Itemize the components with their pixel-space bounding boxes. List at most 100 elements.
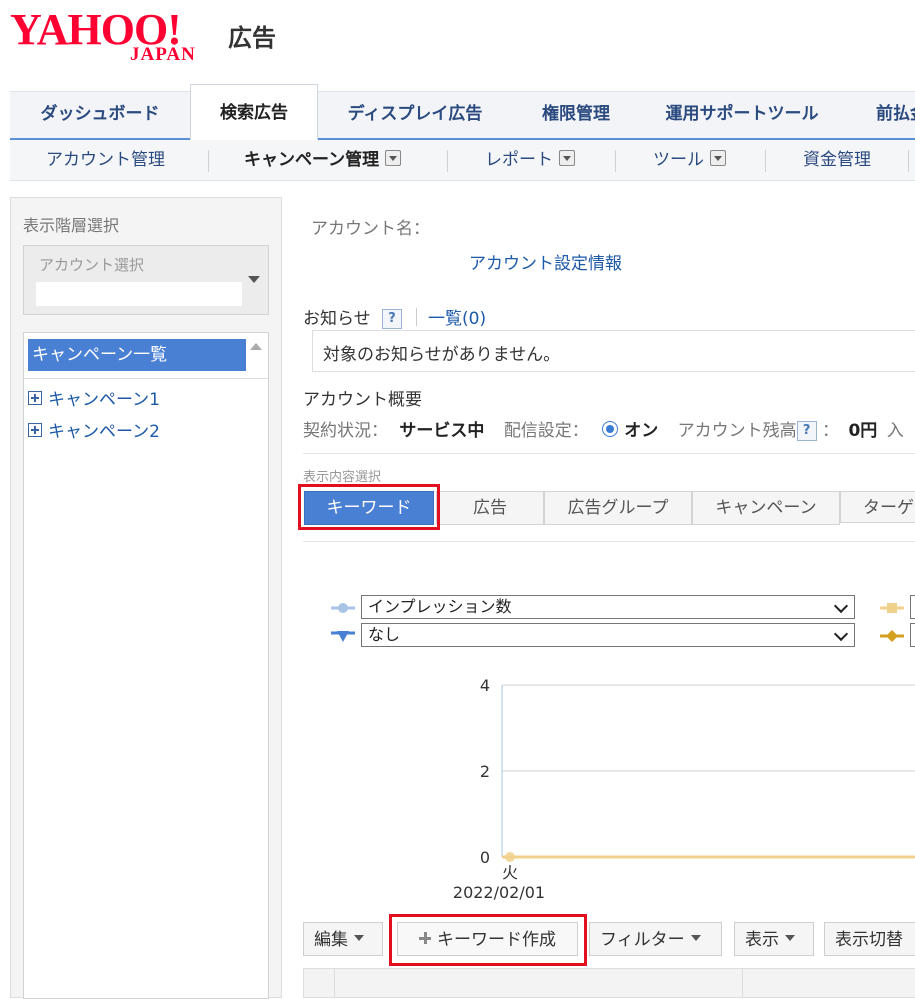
edit-label: 編集: [314, 930, 348, 950]
tab-ad-groups[interactable]: 広告グループ: [544, 491, 692, 525]
metric3-select[interactable]: [910, 595, 915, 619]
legend-triangle-line-icon: [331, 631, 355, 642]
caret-down-icon: [690, 935, 701, 941]
campaign-label[interactable]: キャンペーン1: [48, 390, 160, 410]
data-point: [505, 852, 515, 862]
help-icon[interactable]: ?: [382, 309, 403, 329]
hierarchy-title: 表示階層選択: [23, 216, 120, 235]
highlight-keyword-tab: [298, 484, 440, 530]
highlight-create-keyword: [389, 914, 587, 966]
account-name-label: アカウント名：: [311, 219, 430, 239]
account-overview-title: アカウント概要: [303, 390, 422, 410]
account-settings-link[interactable]: アカウント設定情報: [469, 249, 622, 274]
divider: [303, 453, 915, 454]
scroll-up-icon[interactable]: [250, 343, 262, 350]
x-tick-day-label: 火: [502, 863, 518, 882]
tab-ads[interactable]: 広告: [436, 491, 544, 525]
legend-square-line-icon: [880, 603, 904, 613]
notice-title: お知らせ: [303, 309, 371, 329]
tab-campaigns[interactable]: キャンペーン: [692, 491, 840, 525]
column-divider: [334, 969, 335, 997]
chevron-down-icon[interactable]: [248, 276, 260, 283]
y-tick-label: 0: [480, 848, 490, 867]
notice-divider: [416, 308, 417, 326]
campaign-item[interactable]: キャンペーン2: [28, 417, 160, 442]
performance-chart: 4 2 0火2022/02/01: [453, 676, 915, 902]
help-icon[interactable]: ?: [796, 421, 817, 441]
subnav-report[interactable]: レポート: [485, 140, 575, 180]
subnav-account-management[interactable]: アカウント管理: [46, 140, 165, 180]
tab-dashboard[interactable]: ダッシュボード: [10, 92, 190, 138]
subnav-divider: [908, 150, 909, 172]
subnav-divider: [447, 150, 448, 172]
campaign-item[interactable]: キャンペーン1: [28, 385, 160, 410]
delivery-radio-on[interactable]: [602, 421, 619, 437]
display-content-label: 表示内容選択: [303, 470, 382, 485]
expand-icon[interactable]: [28, 391, 42, 405]
notice-box: 対象のお知らせがありません。: [312, 330, 915, 372]
subnav-funds[interactable]: 資金管理: [803, 140, 871, 180]
x-tick-date-label: 2022/02/01: [453, 883, 545, 902]
metric2-value: なし: [368, 625, 401, 644]
account-select-value[interactable]: [36, 282, 242, 306]
subnav-tools[interactable]: ツール: [653, 140, 726, 180]
y-tick-label: 4: [480, 676, 490, 695]
tab-search-ads[interactable]: 検索広告: [190, 84, 318, 142]
subnav-campaign-label: キャンペーン管理: [244, 150, 380, 170]
tab-display-ads[interactable]: ディスプレイ広告: [322, 92, 508, 138]
campaign-tree: キャンペーン一覧 キャンペーン1 キャンペーン2: [23, 332, 269, 999]
balance-value: 0円: [848, 421, 878, 441]
dropdown-icon[interactable]: [385, 150, 402, 166]
metric1-value: インプレッション数: [368, 597, 512, 616]
notice-list-link[interactable]: 一覧(0): [428, 304, 486, 329]
tab-support-tools[interactable]: 運用サポートツール: [644, 92, 840, 138]
metric2-select[interactable]: なし: [361, 623, 855, 647]
balance-label: アカウント残高: [677, 421, 797, 441]
yahoo-ads-logo[interactable]: YAHOO! JAPAN 広告: [10, 8, 290, 66]
subnav-tools-label: ツール: [653, 150, 704, 170]
balance-separator: ：: [822, 421, 840, 441]
dropdown-icon[interactable]: [710, 150, 726, 166]
delivery-setting-value: オン: [624, 421, 659, 441]
chevron-down-icon: [833, 598, 849, 614]
notice-header: お知らせ ?: [303, 304, 403, 329]
notice-message: 対象のお知らせがありません。: [323, 345, 561, 365]
main-tabs: ダッシュボード 検索広告 ディスプレイ広告 権限管理 運用サポートツール 前払金: [10, 84, 915, 142]
subnav-divider: [615, 150, 616, 172]
subnav-report-label: レポート: [485, 150, 553, 170]
tab-permissions[interactable]: 権限管理: [508, 92, 644, 138]
display-toggle-button[interactable]: 表示切替: [824, 922, 915, 956]
expand-icon[interactable]: [28, 423, 42, 437]
tab-prepayment[interactable]: 前払金: [840, 92, 915, 138]
y-tick-label: 2: [480, 762, 490, 781]
account-overview-row: 契約状況： サービス中 配信設定： オン アカウント残高? ： 0円 入: [303, 416, 904, 441]
subnav-campaign-management[interactable]: キャンペーン管理: [244, 140, 402, 180]
legend-circle-line-icon: [331, 603, 355, 613]
hierarchy-panel: 表示階層選択 アカウント選択 キャンペーン一覧 キャンペーン1 キャンペーン2: [10, 197, 282, 999]
filter-label: フィルター: [600, 930, 685, 950]
metric4-select[interactable]: [910, 623, 915, 647]
account-select-label: アカウント選択: [39, 256, 145, 274]
display-label: 表示: [745, 930, 779, 950]
filter-button[interactable]: フィルター: [589, 922, 722, 956]
sub-nav: アカウント管理 キャンペーン管理 レポート ツール 資金管理: [10, 140, 915, 181]
caret-down-icon: [785, 935, 795, 941]
edit-button[interactable]: 編集: [303, 922, 383, 956]
logo-japan-text: JAPAN: [130, 44, 196, 65]
column-divider: [742, 969, 743, 997]
display-button[interactable]: 表示: [734, 922, 814, 956]
divider: [303, 541, 915, 542]
contract-status-label: 契約状況：: [303, 421, 388, 441]
dropdown-icon[interactable]: [559, 150, 575, 166]
balance-tail: 入: [886, 421, 904, 441]
keyword-table-header: [303, 968, 915, 998]
subnav-divider: [208, 150, 209, 172]
caret-down-icon: [354, 935, 364, 941]
campaign-list-header[interactable]: キャンペーン一覧: [28, 339, 246, 371]
legend-diamond-line-icon: [880, 630, 904, 642]
campaign-label[interactable]: キャンペーン2: [48, 422, 160, 442]
contract-status-value: サービス中: [399, 421, 485, 441]
account-select[interactable]: アカウント選択: [23, 245, 269, 315]
metric1-select[interactable]: インプレッション数: [361, 595, 855, 619]
tab-targeting[interactable]: ターゲ: [840, 491, 915, 523]
